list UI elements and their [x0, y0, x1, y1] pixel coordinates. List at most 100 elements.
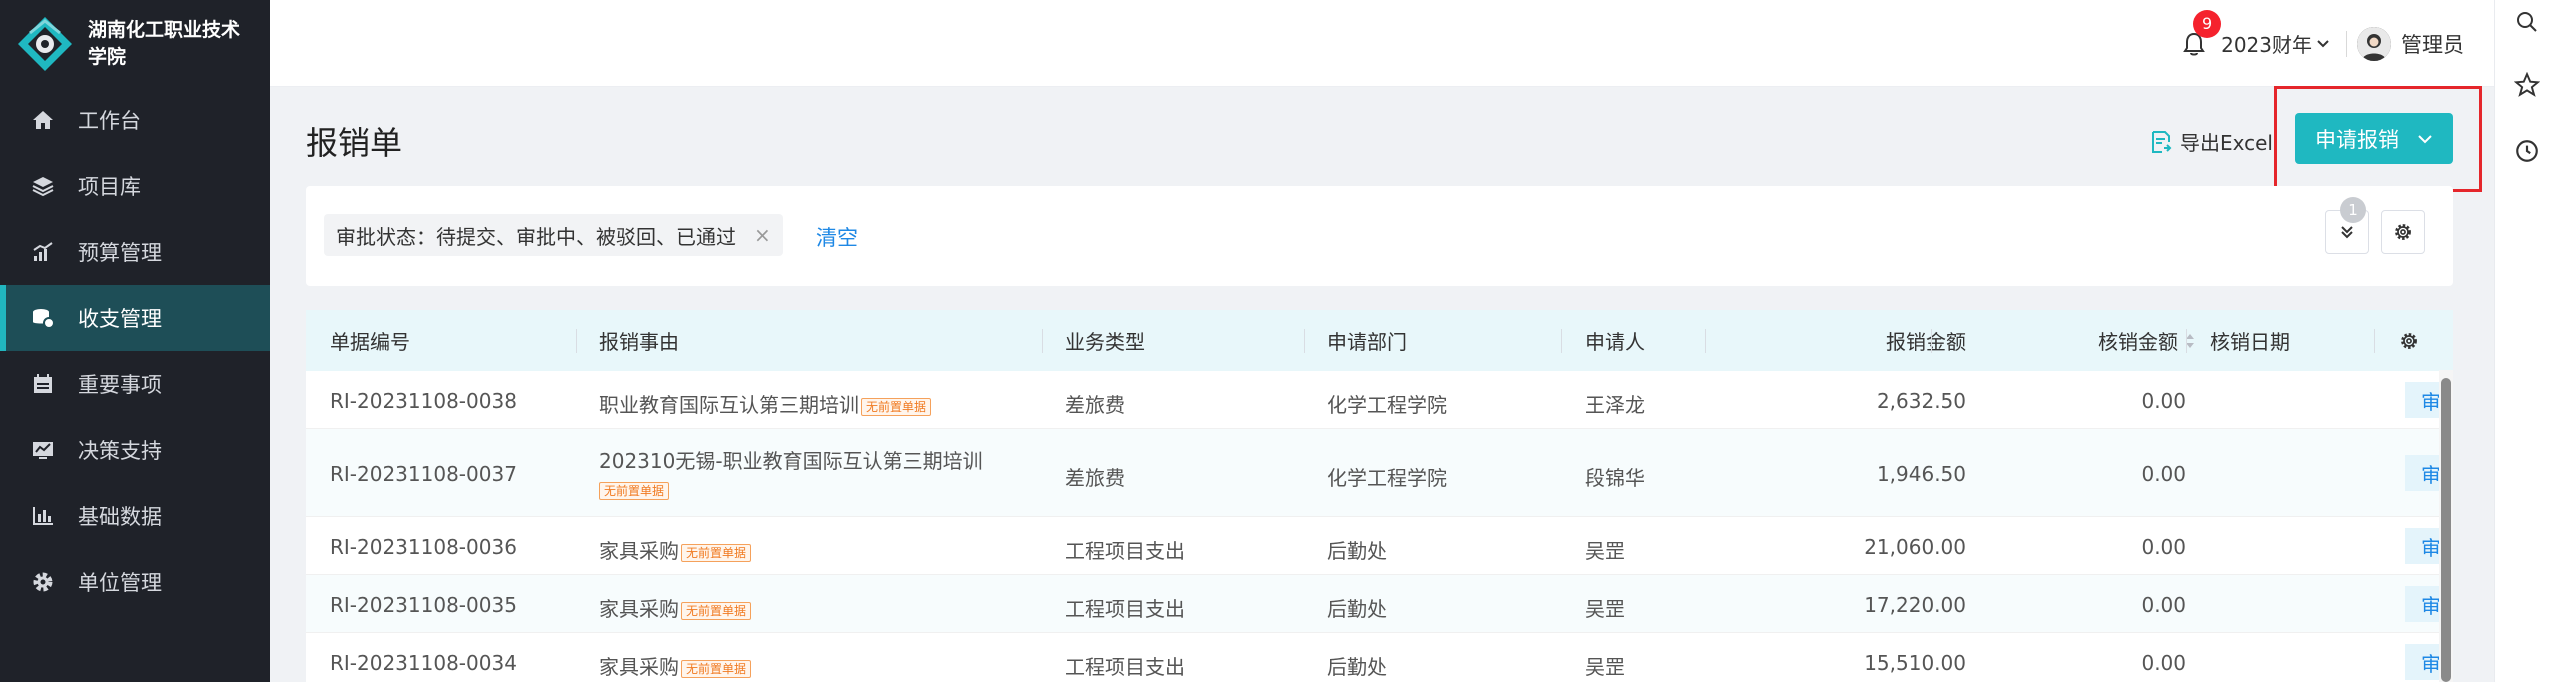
decision-icon — [30, 437, 56, 463]
layers-icon — [30, 173, 56, 199]
table-header: 单据编号 报销事由 业务类型 申请部门 申请人 报销金额 核销金额 核销日期 — [306, 310, 2453, 371]
cell-verify-amount: 0.00 — [2141, 593, 2186, 617]
column-header-reason[interactable]: 报销事由 — [599, 310, 679, 371]
column-divider — [576, 329, 577, 353]
column-header-verify-amount[interactable]: 核销金额 — [2056, 310, 2196, 371]
fiscal-year-select[interactable]: 2023财年 — [2221, 29, 2330, 58]
cell-verify-amount: 0.00 — [2141, 389, 2186, 413]
sidebar-item-income-expense[interactable]: 收支管理 — [0, 285, 270, 351]
cell-reason: 家具采购 无前置单据 — [599, 535, 752, 564]
notification-button[interactable]: 9 — [2179, 9, 2222, 59]
page-title: 报销单 — [306, 124, 403, 162]
sidebar-item-label: 项目库 — [78, 175, 141, 199]
no-predecessor-tag: 无前置单据 — [861, 397, 932, 416]
notification-badge: 9 — [2193, 9, 2222, 38]
avatar[interactable] — [2357, 26, 2391, 61]
column-divider — [2186, 329, 2187, 353]
cell-applicant: 吴罡 — [1585, 655, 1625, 679]
chart-icon — [30, 239, 56, 265]
logo-icon — [16, 15, 74, 73]
user-name[interactable]: 管理员 — [2401, 29, 2464, 59]
table-row[interactable]: RI-20231108-0036 家具采购 无前置单据 工程项目支出 后勤处 吴罡… — [306, 517, 2453, 575]
cell-applicant: 王泽龙 — [1585, 393, 1645, 417]
apply-reimbursement-button[interactable]: 申请报销 — [2295, 113, 2453, 164]
sidebar-item-basic-data[interactable]: 基础数据 — [0, 483, 270, 549]
fiscal-year-label: 2023财年 — [2221, 33, 2312, 57]
table-row[interactable]: RI-20231108-0035 家具采购 无前置单据 工程项目支出 后勤处 吴罡… — [306, 575, 2453, 633]
export-excel-button[interactable]: 导出Excel — [2150, 127, 2273, 156]
column-header-amount[interactable]: 报销金额 — [1826, 310, 1966, 371]
vertical-scrollbar[interactable] — [2439, 370, 2453, 682]
reason-text: 家具采购 — [599, 655, 679, 679]
cell-business-type: 工程项目支出 — [1065, 597, 1185, 621]
column-divider — [1304, 329, 1305, 353]
cell-department: 后勤处 — [1327, 597, 1387, 621]
calendar-icon — [30, 371, 56, 397]
column-divider — [2374, 329, 2375, 353]
sidebar-item-label: 基础数据 — [78, 505, 162, 529]
filter-settings-button[interactable] — [2381, 210, 2425, 254]
cell-amount: 15,510.00 — [1864, 651, 1966, 675]
reason-text: 家具采购 — [599, 597, 679, 621]
column-divider — [1931, 329, 1932, 353]
table-row[interactable]: RI-20231108-0037 202310无锡-职业教育国际互认第三期培训 … — [306, 429, 2453, 517]
cell-reason: 家具采购 无前置单据 — [599, 593, 752, 622]
history-icon[interactable] — [2512, 136, 2542, 166]
column-header-doc-no[interactable]: 单据编号 — [330, 310, 410, 371]
brand[interactable]: 湖南化工职业技术学院 — [0, 0, 270, 87]
column-divider — [1042, 329, 1043, 353]
column-header-verify-date[interactable]: 核销日期 — [2210, 310, 2290, 371]
column-header-applicant[interactable]: 申请人 — [1585, 310, 1645, 371]
no-predecessor-tag: 无前置单据 — [681, 659, 752, 678]
sidebar-item-important-matters[interactable]: 重要事项 — [0, 351, 270, 417]
sidebar-item-label: 决策支持 — [78, 439, 162, 463]
sidebar-item-unit-management[interactable]: 单位管理 — [0, 549, 270, 615]
apply-label: 申请报销 — [2315, 127, 2399, 152]
cell-applicant: 吴罡 — [1585, 539, 1625, 563]
cell-applicant: 段锦华 — [1585, 466, 1645, 490]
filter-tag-approval-status[interactable]: 审批状态：待提交、审批中、被驳回、已通过 × — [324, 214, 783, 256]
column-settings-button[interactable] — [2399, 310, 2419, 371]
scrollbar-thumb[interactable] — [2441, 378, 2451, 682]
table-row[interactable]: RI-20231108-0034 家具采购 无前置单据 工程项目支出 后勤处 吴罡… — [306, 633, 2453, 682]
sidebar-item-decision-support[interactable]: 决策支持 — [0, 417, 270, 483]
cell-verify-amount: 0.00 — [2141, 535, 2186, 559]
reason-text: 职业教育国际互认第三期培训 — [599, 393, 859, 417]
reason-text: 202310无锡-职业教育国际互认第三期培训 — [599, 449, 983, 473]
sidebar-item-label: 预算管理 — [78, 241, 162, 265]
cell-amount: 1,946.50 — [1876, 462, 1966, 486]
filter-tag-label: 审批状态：待提交、审批中、被驳回、已通过 — [336, 224, 736, 249]
reason-text: 家具采购 — [599, 539, 679, 563]
cell-doc-no[interactable]: RI-20231108-0034 — [330, 651, 517, 675]
clear-filter-link[interactable]: 清空 — [816, 222, 858, 252]
export-icon — [2152, 130, 2172, 153]
cell-department: 化学工程学院 — [1327, 393, 1447, 417]
cell-doc-no[interactable]: RI-20231108-0036 — [330, 535, 517, 559]
cell-business-type: 差旅费 — [1065, 393, 1125, 417]
column-header-department[interactable]: 申请部门 — [1327, 310, 1407, 371]
sidebar-item-label: 工作台 — [78, 109, 141, 133]
sidebar-item-project-library[interactable]: 项目库 — [0, 153, 270, 219]
expand-filter-button[interactable]: 1 — [2325, 197, 2369, 254]
cell-doc-no[interactable]: RI-20231108-0038 — [330, 389, 517, 413]
search-icon[interactable] — [2512, 7, 2542, 37]
header-divider — [2346, 30, 2347, 57]
cell-business-type: 工程项目支出 — [1065, 539, 1185, 563]
table-row[interactable]: RI-20231108-0038 职业教育国际互认第三期培训 无前置单据 差旅费 … — [306, 371, 2453, 429]
close-icon[interactable]: × — [754, 223, 771, 247]
star-icon[interactable] — [2512, 70, 2542, 100]
coins-icon — [30, 305, 56, 331]
cell-doc-no[interactable]: RI-20231108-0035 — [330, 593, 517, 617]
column-divider — [1561, 329, 1562, 353]
gear-icon — [2395, 224, 2411, 240]
cell-doc-no[interactable]: RI-20231108-0037 — [330, 462, 517, 486]
cell-business-type: 差旅费 — [1065, 466, 1125, 490]
filter-count-badge: 1 — [2340, 197, 2366, 223]
chevron-down-icon — [2418, 134, 2432, 143]
column-header-business-type[interactable]: 业务类型 — [1065, 310, 1145, 371]
sidebar-item-workbench[interactable]: 工作台 — [0, 87, 270, 153]
cell-business-type: 工程项目支出 — [1065, 655, 1185, 679]
sidebar-item-budget[interactable]: 预算管理 — [0, 219, 270, 285]
chevron-down-icon — [2317, 39, 2329, 47]
cell-reason: 202310无锡-职业教育国际互认第三期培训 无前置单据 — [599, 445, 983, 500]
